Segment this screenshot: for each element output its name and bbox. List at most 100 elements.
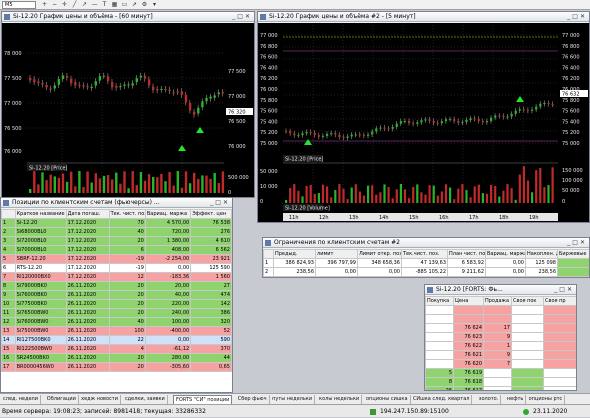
price-chart-svg[interactable]: 77 000 76 800 76 600 76 400 76 200 76 000 75 8… [258, 23, 589, 222]
column-header[interactable]: Краткое название [14, 209, 67, 219]
table-row[interactable]: 2 238,56 0,00 0,00 -885 105,22 9 211,62 0,00 23… [263, 267, 589, 277]
settings-icon[interactable]: ⚙ [140, 1, 149, 9]
column-header[interactable]: Вариац. маржа [485, 249, 526, 259]
column-header[interactable]: Тек. чист. поз. [108, 209, 146, 219]
orderbook-cell[interactable] [511, 341, 544, 351]
orderbook-window-title[interactable]: Si-12.20 [FORTS: Фь... _□✕ [425, 285, 576, 295]
orderbook-row[interactable]: 76 624 17 [425, 323, 576, 333]
maximize-icon[interactable]: □ [237, 13, 245, 20]
maximize-icon[interactable]: □ [215, 199, 223, 206]
window-controls[interactable]: _□✕ [554, 286, 574, 294]
orderbook-cell[interactable] [425, 341, 454, 351]
zoom-out-icon[interactable]: − [50, 1, 59, 9]
orderbook-cell[interactable]: 26 [425, 386, 454, 390]
orderbook-cell[interactable] [511, 368, 544, 378]
orderbook-cell[interactable]: 9 [483, 350, 512, 360]
orderbook-cell[interactable] [511, 323, 544, 333]
positions-table[interactable]: Краткое название Дата погаш. Тек. чист. по… [1, 209, 232, 372]
orderbook-cell[interactable] [511, 359, 544, 369]
table-row[interactable]: 7 RI120000BX0 17.12.2020 12 -183,36 1 560 [1, 272, 232, 282]
orderbook-cell[interactable] [543, 386, 576, 390]
orderbook-cell[interactable]: 17 [483, 323, 512, 333]
close-icon[interactable]: ✕ [245, 13, 252, 20]
orderbook-window[interactable]: Si-12.20 [FORTS: Фь... _□✕ Покупка Цена Пр… [424, 284, 577, 391]
tab-8[interactable]: опционы сишка [364, 395, 411, 404]
orderbook-table-container[interactable]: Покупка Цена Продажа Своя пок Своя пр 76 624… [425, 296, 576, 390]
orderbook-cell[interactable] [543, 368, 576, 378]
orderbook-cell[interactable]: 76 618 [453, 377, 484, 387]
column-header[interactable]: План чист. поз. [447, 249, 486, 259]
orderbook-cell[interactable] [511, 350, 544, 360]
orderbook-cell[interactable] [511, 386, 544, 390]
horizontal-line-icon[interactable]: — [90, 1, 99, 9]
table-row[interactable]: 3 Si72000BL0 17.12.2020 20 1 380,00 4 610 [1, 236, 232, 246]
limits-table[interactable]: Предыд. лимит Лимит откр. поз. Тек.чист. по… [263, 249, 589, 277]
orderbook-cell[interactable]: 76 619 [453, 368, 484, 378]
orderbook-cell[interactable]: 76 621 [453, 350, 484, 360]
orderbook-table[interactable]: Покупка Цена Продажа Своя пок Своя пр 76 624… [425, 296, 576, 390]
table-row[interactable]: 1 Si-12.20 17.12.2020 70 4 570,00 76 538 [1, 218, 232, 228]
column-header[interactable]: Вариац. маржа [144, 209, 192, 219]
column-header[interactable]: Эффект. цен [190, 209, 232, 219]
maximize-icon[interactable]: □ [559, 286, 567, 293]
close-icon[interactable]: ✕ [223, 199, 230, 206]
table-row[interactable]: 5 SBRF-12.20 17.12.2020 -19 -2 254,00 23 921 [1, 254, 232, 264]
crosshair-icon[interactable]: ✛ [60, 1, 69, 9]
table-row[interactable]: 13 Si75000BW0 26.11.2020 100 -400,00 52 [1, 326, 232, 336]
close-icon[interactable]: ✕ [567, 286, 574, 293]
orderbook-cell[interactable] [425, 350, 454, 360]
tab-5[interactable]: Сбер фьюч [236, 395, 270, 404]
orderbook-cell[interactable] [483, 305, 512, 315]
tab-12[interactable]: опционы ртс [527, 395, 566, 404]
orderbook-cell[interactable] [483, 386, 512, 390]
dropdown-icon[interactable]: ▾ [150, 1, 159, 9]
orderbook-cell[interactable] [425, 314, 454, 324]
orderbook-cell[interactable] [425, 359, 454, 369]
column-header[interactable]: Дата погаш. [65, 209, 110, 219]
orderbook-cell[interactable] [543, 314, 576, 324]
orderbook-cell[interactable]: 9 [483, 332, 512, 342]
orderbook-row[interactable]: 76 620 7 [425, 359, 576, 369]
table-row[interactable]: 9 Si76000BK0 26.11.2020 20 40,00 474 [1, 290, 232, 300]
line-tool-icon[interactable]: ╱ [70, 1, 79, 9]
close-icon[interactable]: ✕ [580, 239, 587, 246]
column-header[interactable]: Тек.чист. поз. [401, 249, 448, 259]
tab-2[interactable]: хедж новости [79, 395, 121, 404]
timeframe-select[interactable]: M5 [2, 1, 36, 9]
orderbook-cell[interactable] [511, 377, 544, 387]
orderbook-cell[interactable] [543, 305, 576, 315]
limits-window-title[interactable]: Ограничения по клиентским счетам #2 _□✕ [263, 238, 589, 248]
orderbook-row[interactable]: 76 622 1 [425, 341, 576, 351]
positions-window-title[interactable]: Позиции по клиентским счетам (фьючерсы) … [1, 198, 232, 208]
orderbook-cell[interactable] [453, 305, 484, 315]
column-header[interactable]: Лимит откр. поз. [357, 249, 402, 259]
column-header[interactable]: Биржевые [557, 249, 589, 259]
table-row[interactable]: 6 RTS-12.20 17.12.2020 -19 0,00 125 590 [1, 263, 232, 273]
chart-window-title[interactable]: Si-12.20 График цены и объёма - [60 мину… [2, 12, 254, 22]
orderbook-cell[interactable] [425, 323, 454, 333]
grid-icon[interactable]: ▦ [110, 1, 119, 9]
table-row[interactable]: 14 RI127500BK0 26.11.2020 22 0,00 590 [1, 335, 232, 345]
orderbook-cell[interactable]: 76 620 [453, 359, 484, 369]
limits-window[interactable]: Ограничения по клиентским счетам #2 _□✕ … [262, 237, 590, 278]
chart-area[interactable]: 78 000 77 500 77 000 76 500 76 000 77 50… [2, 23, 254, 197]
orderbook-cell[interactable] [543, 323, 576, 333]
orderbook-cell[interactable] [543, 332, 576, 342]
orderbook-row[interactable]: 76 621 9 [425, 350, 576, 360]
column-header[interactable]: лимит [315, 249, 358, 259]
rect-tool-icon[interactable]: ▭ [120, 1, 129, 9]
orderbook-cell[interactable]: 5 [425, 368, 454, 378]
orderbook-cell[interactable] [543, 341, 576, 351]
orderbook-row[interactable]: 76 623 9 [425, 332, 576, 342]
column-header[interactable] [1, 209, 16, 219]
orderbook-cell[interactable] [543, 377, 576, 387]
zoom-in-icon[interactable]: + [40, 1, 49, 9]
orderbook-cell[interactable] [511, 332, 544, 342]
tab-9[interactable]: СИшка след. квартал [411, 395, 473, 404]
orderbook-cell[interactable] [511, 305, 544, 315]
table-row[interactable]: 4 Si70000BL0 17.12.2020 6 408,00 6 562 [1, 245, 232, 255]
orderbook-cell[interactable]: 7 [483, 359, 512, 369]
table-row[interactable]: 15 RI122500BW0 26.11.2020 4 -61,12 370 [1, 344, 232, 354]
table-row[interactable]: 10 Si77500BK0 26.11.2020 20 220,00 142 [1, 299, 232, 309]
price-chart-svg[interactable]: 78 000 77 500 77 000 76 500 76 000 77 50… [2, 23, 254, 197]
